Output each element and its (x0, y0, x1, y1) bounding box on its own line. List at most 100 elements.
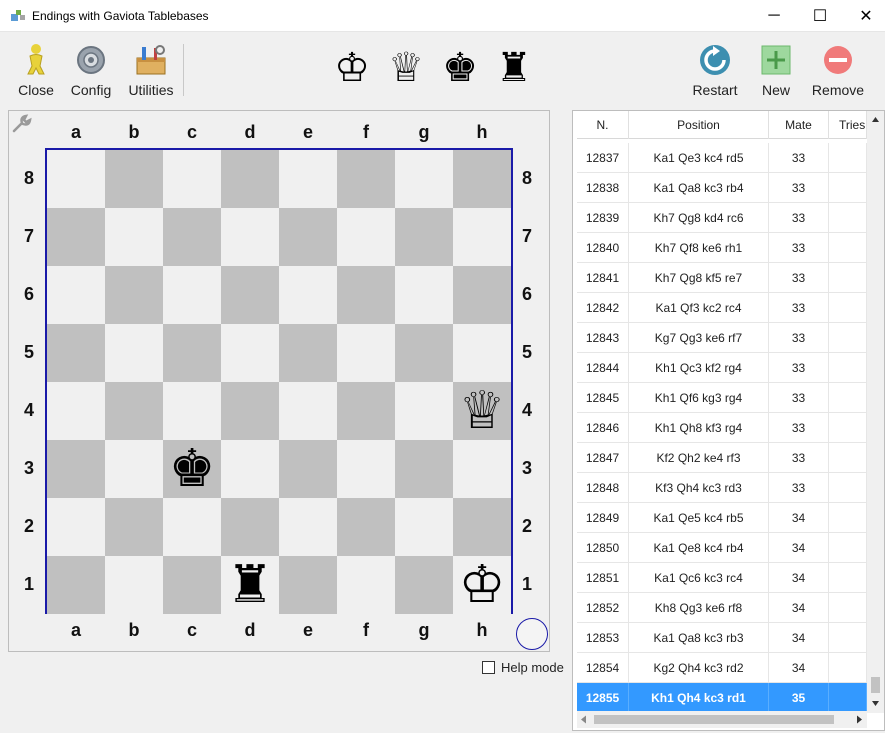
square-f8[interactable] (337, 150, 395, 208)
vertical-scrollbar[interactable] (867, 111, 884, 713)
square-b1[interactable] (105, 556, 163, 614)
square-a3[interactable] (47, 440, 105, 498)
square-c6[interactable] (163, 266, 221, 324)
square-e1[interactable] (279, 556, 337, 614)
square-h3[interactable] (453, 440, 511, 498)
white-queen-tool[interactable]: ♕ (384, 46, 428, 90)
white-king-tool[interactable]: ♔ (330, 46, 374, 90)
black-rook-tool[interactable]: ♜ (492, 46, 536, 90)
table-row[interactable]: 12844 Kh1 Qc3 kf2 rg4 33 (577, 353, 867, 383)
column-header-mate[interactable]: Mate (769, 111, 829, 139)
table-row[interactable]: 12854 Kg2 Qh4 kc3 rd2 34 (577, 653, 867, 683)
square-d2[interactable] (221, 498, 279, 556)
square-h5[interactable] (453, 324, 511, 382)
square-b5[interactable] (105, 324, 163, 382)
square-b6[interactable] (105, 266, 163, 324)
help-mode-toggle[interactable]: Help mode (482, 660, 564, 675)
square-b4[interactable] (105, 382, 163, 440)
square-c8[interactable] (163, 150, 221, 208)
square-b2[interactable] (105, 498, 163, 556)
table-row[interactable]: 12853 Ka1 Qa8 kc3 rb3 34 (577, 623, 867, 653)
square-e7[interactable] (279, 208, 337, 266)
square-f3[interactable] (337, 440, 395, 498)
table-row[interactable]: 12850 Ka1 Qe8 kc4 rb4 34 (577, 533, 867, 563)
piece-c3[interactable]: ♚ (163, 440, 221, 498)
square-h7[interactable] (453, 208, 511, 266)
square-c7[interactable] (163, 208, 221, 266)
table-row[interactable]: 12841 Kh7 Qg8 kf5 re7 33 (577, 263, 867, 293)
square-g5[interactable] (395, 324, 453, 382)
square-h8[interactable] (453, 150, 511, 208)
square-e3[interactable] (279, 440, 337, 498)
minimize-button[interactable]: ─ (751, 0, 797, 32)
wrench-icon[interactable] (10, 113, 32, 135)
square-a8[interactable] (47, 150, 105, 208)
close-window-button[interactable]: ✕ (843, 0, 885, 32)
square-g4[interactable] (395, 382, 453, 440)
square-d8[interactable] (221, 150, 279, 208)
table-row[interactable]: 12849 Ka1 Qe5 kc4 rb5 34 (577, 503, 867, 533)
black-king-tool[interactable]: ♚ (438, 46, 482, 90)
column-header-position[interactable]: Position (629, 111, 769, 139)
square-a5[interactable] (47, 324, 105, 382)
square-g2[interactable] (395, 498, 453, 556)
square-a4[interactable] (47, 382, 105, 440)
square-g7[interactable] (395, 208, 453, 266)
square-c2[interactable] (163, 498, 221, 556)
config-button[interactable]: Config (61, 42, 121, 98)
square-a2[interactable] (47, 498, 105, 556)
square-f7[interactable] (337, 208, 395, 266)
square-d3[interactable] (221, 440, 279, 498)
square-b7[interactable] (105, 208, 163, 266)
table-row[interactable]: 12839 Kh7 Qg8 kd4 rc6 33 (577, 203, 867, 233)
table-row[interactable]: 12840 Kh7 Qf8 ke6 rh1 33 (577, 233, 867, 263)
square-e4[interactable] (279, 382, 337, 440)
square-e5[interactable] (279, 324, 337, 382)
utilities-button[interactable]: Utilities (121, 42, 181, 98)
table-row[interactable]: 12842 Ka1 Qf3 kc2 rc4 33 (577, 293, 867, 323)
square-b3[interactable] (105, 440, 163, 498)
square-c5[interactable] (163, 324, 221, 382)
table-row[interactable]: 12838 Ka1 Qa8 kc3 rb4 33 (577, 173, 867, 203)
new-button[interactable]: New (746, 42, 806, 98)
table-row[interactable]: 12845 Kh1 Qf6 kg3 rg4 33 (577, 383, 867, 413)
square-d4[interactable] (221, 382, 279, 440)
piece-h1[interactable]: ♔ (453, 556, 511, 614)
square-d5[interactable] (221, 324, 279, 382)
remove-button[interactable]: Remove (808, 42, 868, 98)
square-e8[interactable] (279, 150, 337, 208)
square-c4[interactable] (163, 382, 221, 440)
table-row[interactable]: 12847 Kf2 Qh2 ke4 rf3 33 (577, 443, 867, 473)
table-row[interactable]: 12846 Kh1 Qh8 kf3 rg4 33 (577, 413, 867, 443)
table-row[interactable]: 12837 Ka1 Qe3 kc4 rd5 33 (577, 143, 867, 173)
square-c1[interactable] (163, 556, 221, 614)
square-f6[interactable] (337, 266, 395, 324)
table-row[interactable]: 12848 Kf3 Qh4 kc3 rd3 33 (577, 473, 867, 503)
table-row[interactable]: 12843 Kg7 Qg3 ke6 rf7 33 (577, 323, 867, 353)
square-f5[interactable] (337, 324, 395, 382)
square-b8[interactable] (105, 150, 163, 208)
square-g6[interactable] (395, 266, 453, 324)
restart-button[interactable]: Restart (685, 42, 745, 98)
close-button[interactable]: Close (6, 42, 66, 98)
square-f4[interactable] (337, 382, 395, 440)
square-f2[interactable] (337, 498, 395, 556)
square-a6[interactable] (47, 266, 105, 324)
help-mode-checkbox[interactable] (482, 661, 495, 674)
column-header-number[interactable]: N. (577, 111, 629, 139)
square-d6[interactable] (221, 266, 279, 324)
square-g1[interactable] (395, 556, 453, 614)
maximize-button[interactable]: ☐ (797, 0, 843, 32)
table-row-selected[interactable]: 12855 Kh1 Qh4 kc3 rd1 35 (577, 683, 867, 713)
square-e2[interactable] (279, 498, 337, 556)
square-a7[interactable] (47, 208, 105, 266)
column-header-tries[interactable]: Tries (829, 111, 867, 139)
piece-d1[interactable]: ♜ (221, 556, 279, 614)
square-h6[interactable] (453, 266, 511, 324)
table-row[interactable]: 12852 Kh8 Qg3 ke6 rf8 34 (577, 593, 867, 623)
table-row[interactable]: 12851 Ka1 Qc6 kc3 rc4 34 (577, 563, 867, 593)
square-e6[interactable] (279, 266, 337, 324)
square-f1[interactable] (337, 556, 395, 614)
piece-h4[interactable]: ♕ (453, 382, 511, 440)
chess-board[interactable]: ♕ ♚ ♜ ♔ (45, 148, 513, 614)
